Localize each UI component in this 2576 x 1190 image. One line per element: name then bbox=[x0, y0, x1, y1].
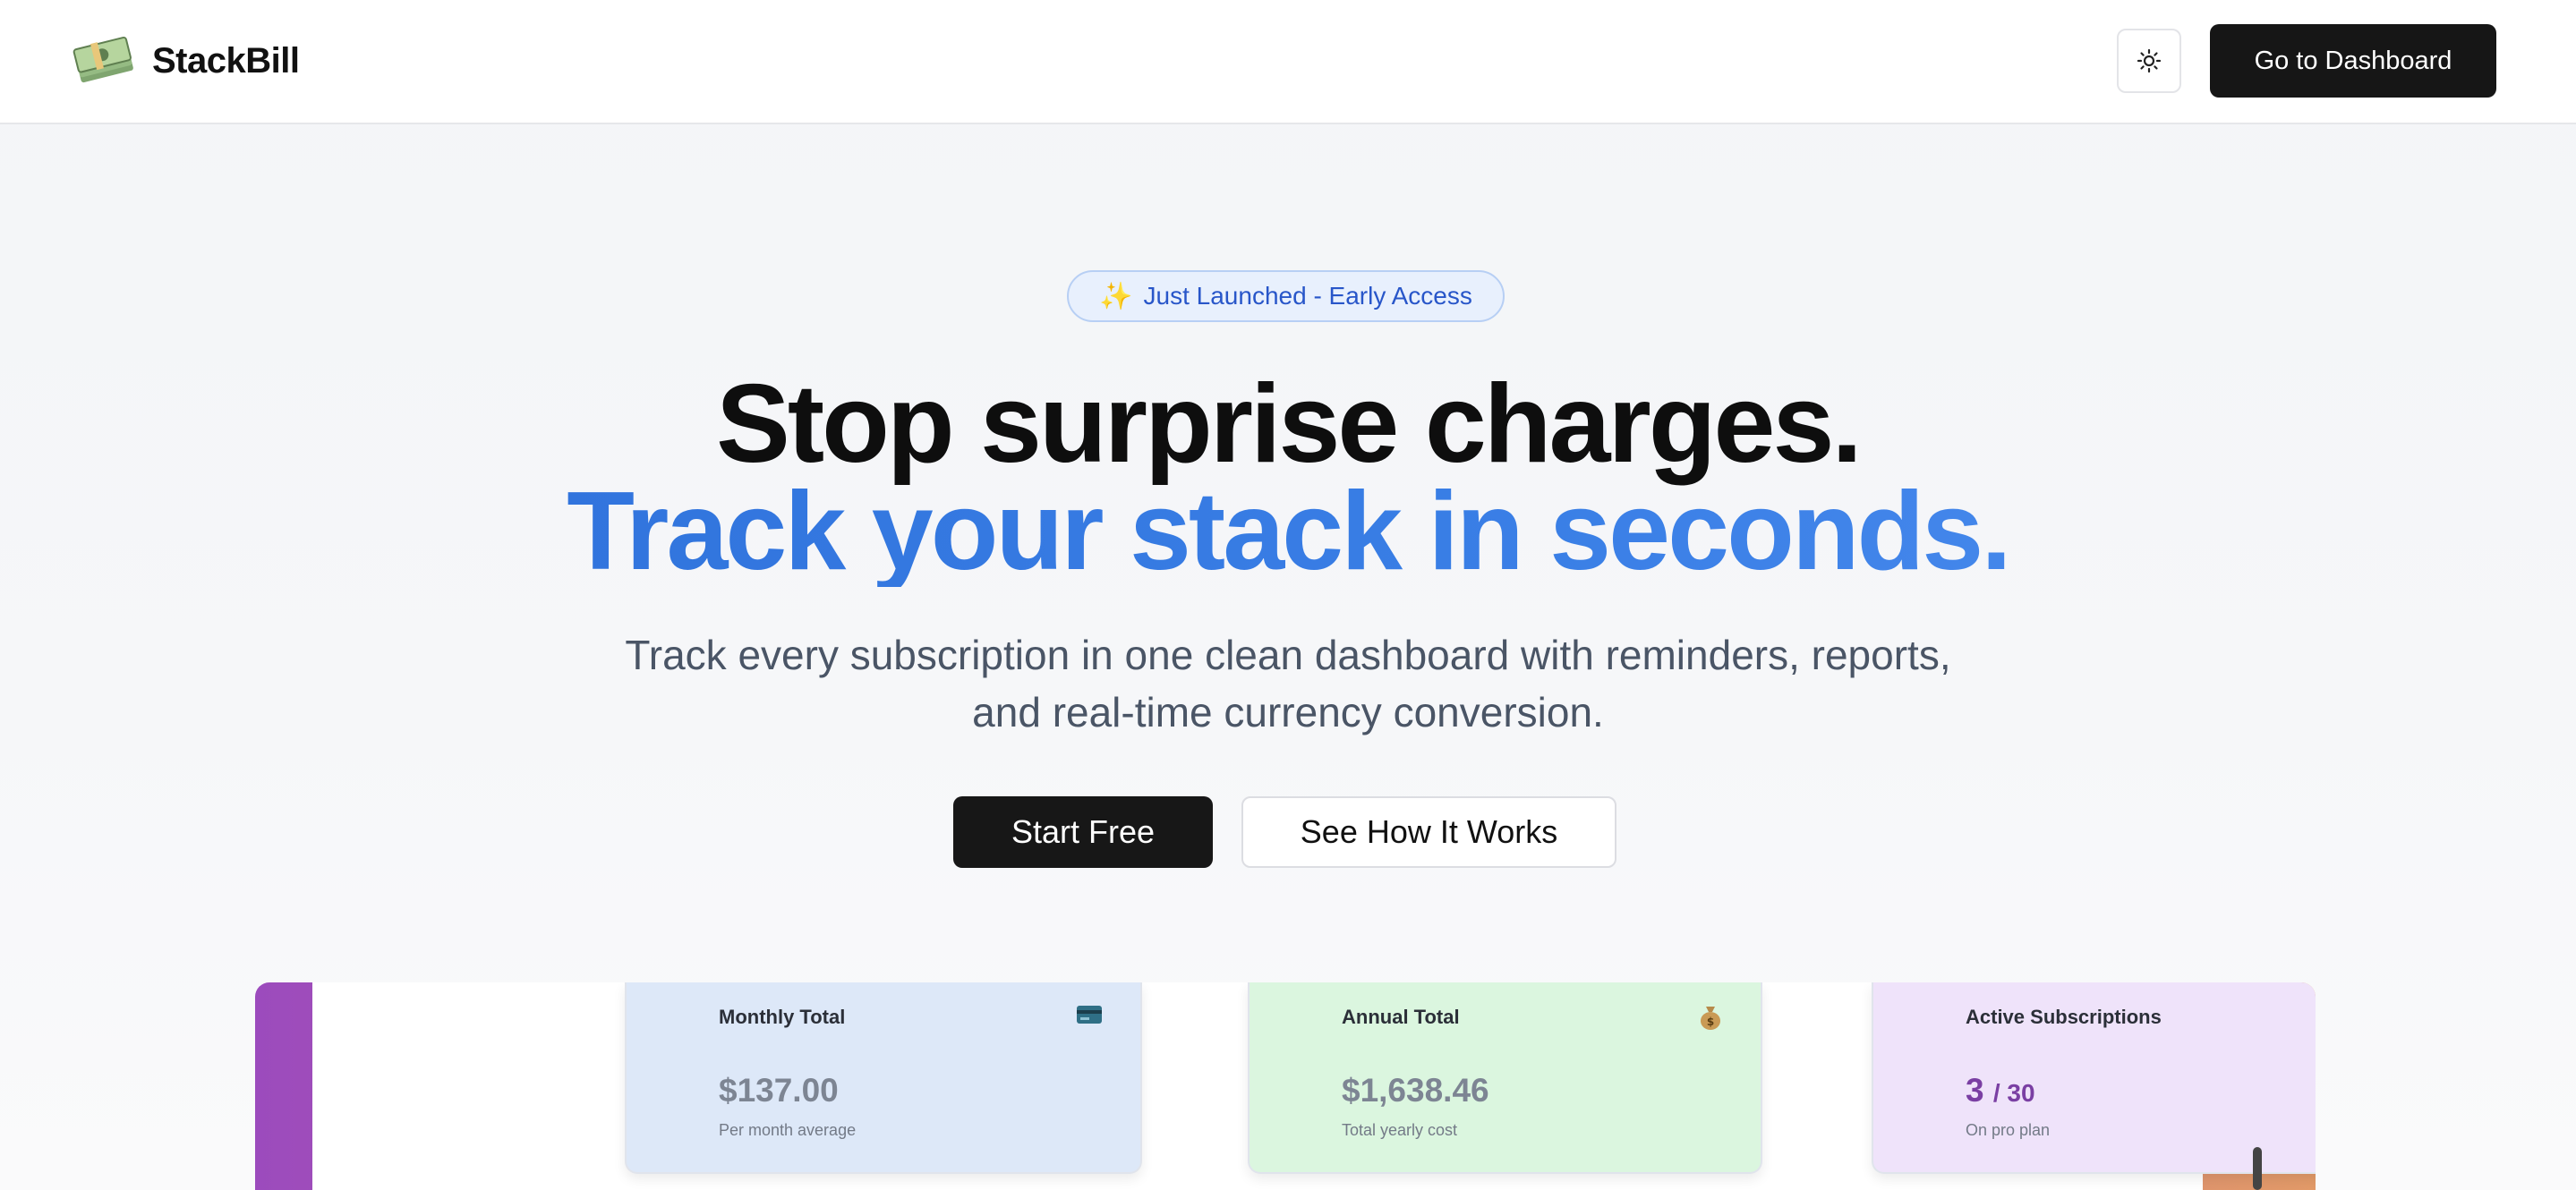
card-note: On pro plan bbox=[1966, 1121, 2051, 1139]
card-title: Active Subscriptions bbox=[1966, 1006, 2162, 1028]
subtext-line-1: Track every subscription in one clean da… bbox=[625, 632, 1951, 678]
brand[interactable]: StackBill bbox=[72, 34, 300, 88]
dashboard-preview-screen: Monthly Total $137.00 Per month average … bbox=[312, 982, 2316, 1190]
launch-badge: ✨ Just Launched - Early Access bbox=[1067, 270, 1505, 322]
go-to-dashboard-button[interactable]: Go to Dashboard bbox=[2210, 24, 2496, 98]
card-title: Monthly Total bbox=[719, 1006, 846, 1028]
money-bag-icon: $ bbox=[1698, 1004, 1723, 1037]
svg-text:$: $ bbox=[1707, 1016, 1714, 1028]
card-title: Annual Total bbox=[1342, 1006, 1460, 1028]
headline-line-2: Track your stack in seconds. bbox=[0, 476, 2576, 587]
see-how-it-works-button[interactable]: See How It Works bbox=[1241, 796, 1616, 868]
top-navbar: StackBill Go to Dashboard bbox=[0, 0, 2576, 124]
preview-scrollbar-thumb[interactable] bbox=[2253, 1147, 2262, 1190]
sparkles-icon: ✨ bbox=[1099, 281, 1133, 311]
active-count: 3 bbox=[1966, 1072, 1984, 1109]
plan-limit: / 30 bbox=[1992, 1079, 2035, 1107]
headline-line-1: Stop surprise charges. bbox=[716, 362, 1863, 486]
start-free-button[interactable]: Start Free bbox=[953, 796, 1213, 868]
subtext-line-2: and real-time currency conversion. bbox=[972, 689, 1604, 735]
card-value: 3 / 30 bbox=[1966, 1072, 2035, 1109]
card-value: $137.00 bbox=[719, 1072, 839, 1109]
card-value: $1,638.46 bbox=[1342, 1072, 1489, 1109]
dashboard-preview: Monthly Total $137.00 Per month average … bbox=[255, 982, 2316, 1190]
active-subscriptions-card: Active Subscriptions 3 / 30 On pro plan bbox=[1872, 982, 2316, 1174]
credit-card-icon bbox=[1076, 1004, 1103, 1032]
monthly-total-card: Monthly Total $137.00 Per month average bbox=[625, 982, 1142, 1174]
badge-label: Just Launched - Early Access bbox=[1143, 282, 1472, 310]
theme-toggle-button[interactable] bbox=[2117, 29, 2181, 93]
brand-name: StackBill bbox=[152, 40, 300, 81]
annual-total-card: Annual Total $ $1,638.46 Total yearly co… bbox=[1248, 982, 1762, 1174]
card-note: Total yearly cost bbox=[1342, 1121, 1458, 1139]
money-stack-icon bbox=[73, 36, 133, 83]
sun-icon bbox=[2137, 48, 2162, 73]
card-note: Per month average bbox=[719, 1121, 857, 1139]
